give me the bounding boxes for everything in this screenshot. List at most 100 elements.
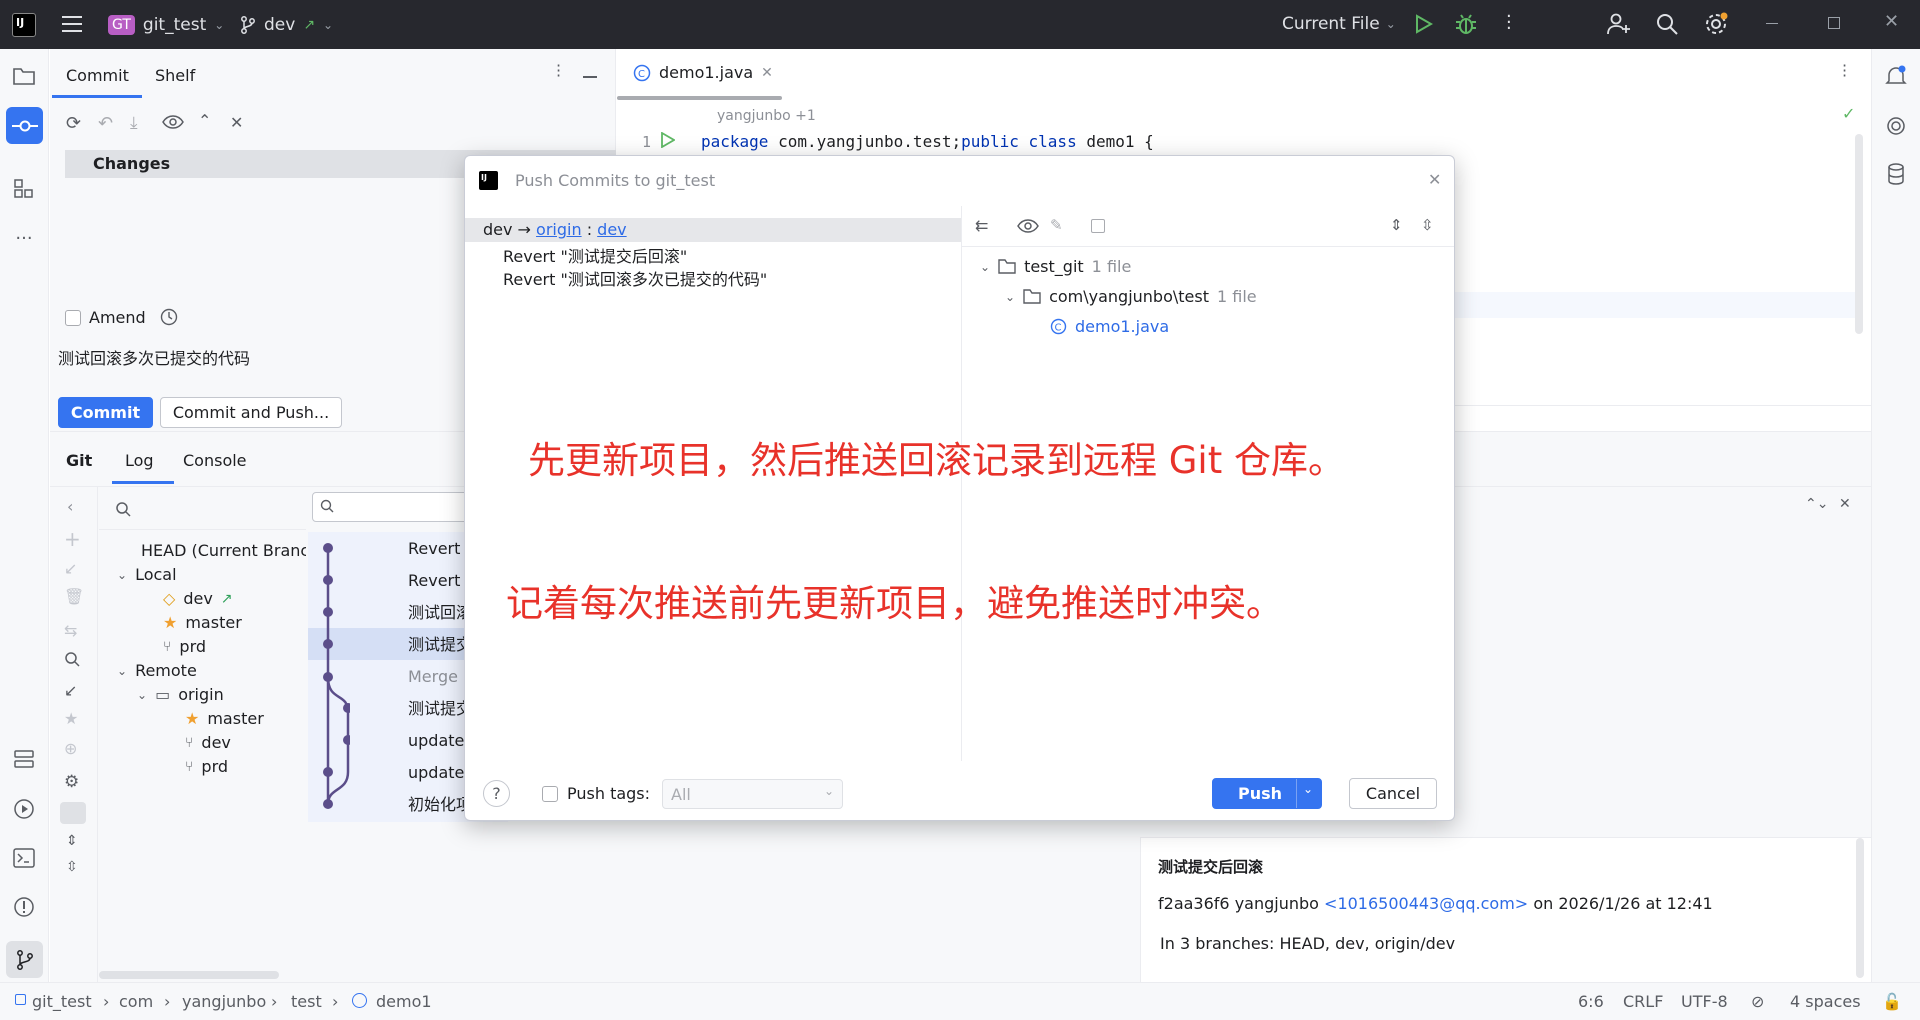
close-tab-icon[interactable]: ✕	[761, 65, 773, 81]
delete-icon[interactable]: 🗑	[64, 587, 84, 606]
eye-icon[interactable]	[1017, 219, 1039, 233]
more-icon[interactable]: · · ·	[1842, 58, 1847, 84]
problems-icon[interactable]	[9, 892, 39, 922]
details-icon[interactable]	[1091, 219, 1105, 233]
favorite-icon[interactable]: ★	[64, 709, 78, 728]
search-icon[interactable]	[1656, 13, 1678, 35]
history-icon[interactable]	[160, 308, 178, 326]
eye-icon[interactable]	[162, 115, 184, 129]
origin-group[interactable]: ⌄ ▭ origin	[137, 685, 224, 704]
details-collapse-icon[interactable]: ✕	[1839, 496, 1851, 512]
file-encoding[interactable]: UTF-8	[1681, 992, 1728, 1011]
amend-checkbox[interactable]	[65, 310, 81, 326]
blame-annotation[interactable]: yangjunbo +1	[717, 108, 816, 124]
commit-hash[interactable]: f2aa36f6	[1158, 894, 1230, 913]
editor-tab[interactable]: C demo1.java ✕	[633, 63, 773, 82]
services-icon[interactable]	[9, 744, 39, 774]
settings-icon[interactable]: ⚙	[64, 772, 79, 792]
collapse-left-icon[interactable]: ‹	[67, 497, 73, 516]
expand-all-icon[interactable]: ⇕	[1390, 216, 1403, 234]
code-line-1[interactable]: package com.yangjunbo.test;public class …	[701, 132, 1154, 151]
tree-folder-package[interactable]: ⌄ com\yangjunbo\test 1 file	[1005, 287, 1257, 306]
commit-and-push-button[interactable]: Commit and Push...	[160, 397, 342, 428]
app-logo-icon[interactable]: IJ	[12, 13, 36, 37]
structure-icon[interactable]	[9, 174, 39, 204]
checkout-icon[interactable]: ↙	[64, 559, 77, 578]
push-commit-item[interactable]: Revert "测试回滚多次已提交的代码"	[503, 266, 767, 290]
minimize-button[interactable]	[1766, 23, 1778, 24]
breadcrumb-project[interactable]: git_test	[32, 992, 92, 1011]
breadcrumb-yangjunbo[interactable]: yangjunbo	[182, 992, 266, 1011]
push-tags-checkbox[interactable]	[542, 786, 558, 802]
remote-branch-master[interactable]: ★ master	[185, 709, 264, 728]
push-button[interactable]: Push ⌄	[1212, 778, 1322, 809]
tab-shelf[interactable]: Shelf	[155, 66, 195, 85]
filter-icon[interactable]: ⊕	[64, 739, 77, 758]
run-gutter-icon[interactable]	[661, 132, 675, 148]
add-icon[interactable]: +	[64, 527, 81, 551]
remote-group[interactable]: ⌄ Remote	[117, 661, 197, 680]
minimize-panel-icon[interactable]	[583, 76, 597, 78]
push-commit-item[interactable]: Revert "测试提交后回滚"	[503, 243, 687, 267]
update-branch-icon[interactable]: ↙	[64, 681, 77, 700]
head-node[interactable]: HEAD (Current Branch)	[141, 541, 306, 560]
more-tools-icon[interactable]: ···	[9, 223, 39, 253]
expand-icon[interactable]: ⇕	[66, 833, 78, 849]
collapse-all-icon[interactable]: ✕	[230, 113, 243, 132]
tree-root-test-git[interactable]: ⌄ test_git 1 file	[980, 257, 1131, 276]
caret-position[interactable]: 6:6	[1578, 992, 1604, 1011]
cancel-button[interactable]: Cancel	[1349, 778, 1437, 809]
database-icon[interactable]	[1881, 159, 1911, 189]
run-config-selector[interactable]: Current File ⌄	[1282, 14, 1396, 34]
tab-console[interactable]: Console	[183, 451, 247, 470]
local-group[interactable]: ⌄ Local	[117, 565, 177, 584]
push-target-row[interactable]: dev → origin : dev	[465, 218, 961, 242]
commit-button[interactable]: Commit	[58, 397, 153, 428]
commit-email-link[interactable]: <1016500443@qq.com>	[1324, 894, 1528, 913]
tab-commit[interactable]: Commit	[66, 66, 129, 85]
compare-icon[interactable]: ⇆	[64, 621, 77, 640]
branch-item-prd[interactable]: ⑂ prd	[163, 637, 206, 656]
inspection-icon[interactable]: ⊘	[1751, 992, 1764, 1011]
maximize-button[interactable]	[1828, 17, 1840, 29]
git-tool-icon[interactable]	[6, 941, 43, 978]
add-user-icon[interactable]	[1607, 13, 1631, 35]
compare-arrows-icon[interactable]: ⇇	[975, 216, 988, 235]
indent-setting[interactable]: 4 spaces	[1790, 992, 1861, 1011]
branch-search-icon[interactable]	[115, 501, 131, 517]
breadcrumb-demo1[interactable]: demo1	[376, 992, 432, 1011]
expand-all-icon[interactable]: ⌃	[198, 111, 211, 130]
editor-scrollbar[interactable]	[1855, 134, 1863, 334]
details-expand-icon[interactable]: ⌃⌄	[1805, 496, 1828, 512]
remote-branch-prd[interactable]: ⑂ prd	[185, 757, 228, 776]
terminal-icon[interactable]	[9, 843, 39, 873]
search-branch-icon[interactable]	[64, 651, 80, 667]
line-separator[interactable]: CRLF	[1623, 992, 1663, 1011]
more-icon[interactable]: · · ·	[1506, 8, 1512, 38]
run-icon[interactable]	[1415, 14, 1433, 34]
tags-select[interactable]: All ⌄	[662, 779, 843, 809]
branch-item-dev[interactable]: ◇ dev ↗	[163, 589, 233, 608]
branch-widget[interactable]: dev ↗ ⌄	[240, 11, 333, 39]
chevron-down-icon[interactable]: ⌄	[1303, 782, 1313, 796]
run-tool-icon[interactable]	[9, 794, 39, 824]
remote-branch-dev[interactable]: ⑂ dev	[185, 733, 231, 752]
update-icon[interactable]: ⤓	[130, 113, 138, 133]
remote-link[interactable]: origin	[536, 220, 582, 239]
settings-gear-icon[interactable]	[1704, 12, 1728, 36]
details-scrollbar[interactable]	[1856, 838, 1864, 978]
more-icon[interactable]: · · ·	[556, 58, 561, 84]
dialog-close-icon[interactable]: ✕	[1428, 170, 1441, 189]
horizontal-scrollbar[interactable]	[99, 971, 279, 979]
project-folder-icon[interactable]	[9, 61, 39, 91]
debug-icon[interactable]	[1455, 13, 1477, 35]
breadcrumb-com[interactable]: com	[119, 992, 153, 1011]
breadcrumb-test[interactable]: test	[291, 992, 322, 1011]
layout-icon[interactable]	[60, 802, 86, 824]
notifications-icon[interactable]	[1881, 61, 1911, 91]
project-widget[interactable]: GT git_test ⌄	[108, 11, 224, 39]
tab-git[interactable]: Git	[66, 451, 92, 470]
collapse-icon[interactable]: ⇳	[66, 859, 78, 875]
commit-tool-icon[interactable]	[6, 107, 43, 144]
rollback-icon[interactable]: ↶	[98, 113, 113, 134]
